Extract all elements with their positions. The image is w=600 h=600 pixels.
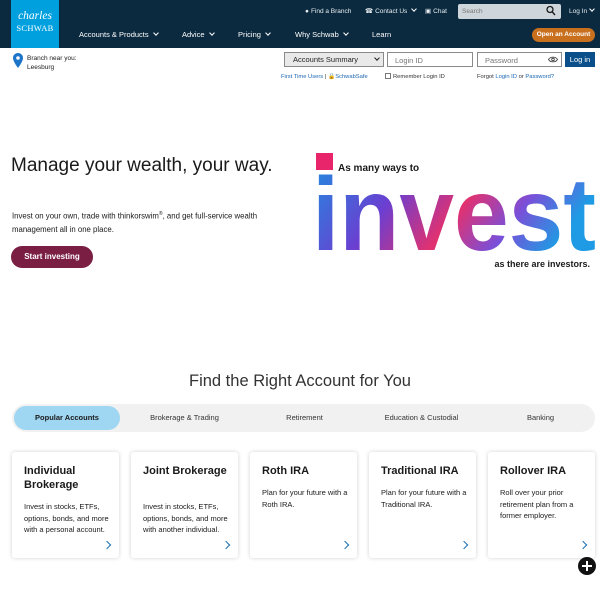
account-card-joint-brokerage[interactable]: Joint Brokerage Invest in stocks, ETFs, … [131, 452, 238, 558]
search-input[interactable] [462, 5, 542, 18]
schwab-logo[interactable]: charles SCHWAB [11, 0, 59, 48]
eye-icon[interactable] [548, 56, 558, 63]
chevron-down-icon [374, 55, 380, 61]
hero-description: Invest on your own, trade with thinkorsw… [12, 208, 297, 236]
nav-advice[interactable]: Advice [182, 28, 215, 42]
card-description: Invest in stocks, ETFs, options, bonds, … [24, 502, 109, 534]
chevron-down-icon [589, 6, 595, 12]
login-menu[interactable]: Log In [569, 5, 595, 19]
art-invest-word: invest [314, 157, 596, 272]
remember-checkbox[interactable] [385, 73, 391, 79]
schwabsafe-link[interactable]: SchwabSafe [335, 74, 368, 80]
accounts-select[interactable]: Accounts Summary [284, 52, 384, 67]
chevron-right-icon[interactable] [221, 540, 231, 550]
logo-line1: charles [18, 10, 52, 22]
phone-icon: ☎ [365, 8, 374, 15]
tab-banking[interactable]: Banking [488, 406, 593, 430]
card-title: Individual Brokerage [24, 465, 79, 491]
card-description: Plan for your future with a Roth IRA. [262, 488, 348, 509]
tab-retirement[interactable]: Retirement [252, 406, 357, 430]
hero-title: Manage your wealth, your way. [11, 155, 273, 176]
chevron-down-icon [152, 30, 159, 36]
account-card-traditional-ira[interactable]: Traditional IRA Plan for your future wit… [369, 452, 476, 558]
logo-line2: SCHWAB [16, 23, 54, 33]
chevron-down-icon [265, 30, 271, 36]
accounts-select-value: Accounts Summary [293, 55, 359, 64]
hero-text-part1: Invest on your own, trade with thinkorsw… [12, 211, 159, 221]
nav-label: Learn [372, 30, 392, 39]
chevron-down-icon [411, 6, 418, 12]
invest-hero-graphic: As many ways to invest as there are inve… [314, 153, 596, 272]
nav-label: Pricing [238, 30, 261, 39]
chevron-down-icon [342, 30, 349, 36]
account-card-individual-brokerage[interactable]: Individual Brokerage Invest in stocks, E… [12, 452, 119, 558]
forgot-login-id-link[interactable]: Login ID [495, 74, 517, 80]
chevron-right-icon[interactable] [340, 540, 350, 550]
branch-name: Leesburg [27, 64, 55, 71]
chat-icon: ▣ [425, 8, 432, 15]
card-title: Rollover IRA [500, 465, 567, 477]
or-label: or [518, 74, 524, 80]
login-submit-button[interactable]: Log in [565, 52, 595, 67]
login-id-field [387, 52, 473, 67]
nav-accounts-products[interactable]: Accounts & Products [79, 28, 159, 42]
first-time-users-row: First Time Users | 🔒SchwabSafe [281, 73, 368, 82]
forgot-password-link[interactable]: Password? [525, 74, 554, 80]
card-description: Roll over your prior retirement plan fro… [500, 488, 574, 520]
chat-label: Chat [433, 8, 447, 15]
card-title: Traditional IRA [381, 465, 459, 477]
account-card-roth-ira[interactable]: Roth IRA Plan for your future with a Rot… [250, 452, 357, 558]
global-header: charles SCHWAB ● Find a Branch ☎ Contact U… [0, 0, 600, 48]
contact-us-link[interactable]: ☎ Contact Us [365, 5, 418, 19]
card-description: Plan for your future with a Traditional … [381, 488, 467, 509]
nav-learn[interactable]: Learn [372, 28, 391, 42]
chat-link[interactable]: ▣ Chat [425, 5, 447, 19]
nav-pricing[interactable]: Pricing [238, 28, 271, 42]
card-title: Joint Brokerage [143, 465, 227, 477]
open-account-button[interactable]: Open an Account [532, 28, 595, 42]
plus-icon[interactable] [578, 557, 596, 575]
first-time-users-link[interactable]: First Time Users [281, 74, 323, 80]
contact-us-label: Contact Us [375, 8, 408, 15]
branch-near-you[interactable]: Branch near you: Leesburg [27, 54, 77, 72]
map-pin-icon [13, 53, 23, 68]
forgot-label: Forgot [477, 74, 494, 80]
tab-brokerage-trading[interactable]: Brokerage & Trading [132, 406, 237, 430]
tab-popular-accounts[interactable]: Popular Accounts [14, 406, 120, 430]
card-description: Invest in stocks, ETFs, options, bonds, … [143, 502, 228, 534]
login-menu-label: Log In [569, 8, 588, 15]
chevron-right-icon[interactable] [102, 540, 112, 550]
find-branch-link[interactable]: ● Find a Branch [305, 5, 351, 19]
chevron-down-icon [208, 30, 215, 36]
chevron-right-icon[interactable] [578, 540, 588, 550]
start-investing-button[interactable]: Start investing [11, 246, 93, 268]
password-input[interactable] [485, 54, 555, 66]
remember-label: Remember Login ID [393, 74, 445, 80]
branch-label: Branch near you: [27, 55, 77, 62]
account-tabs: Popular Accounts Brokerage & Trading Ret… [12, 404, 595, 432]
card-title: Roth IRA [262, 465, 310, 477]
nav-why-schwab[interactable]: Why Schwab [295, 28, 349, 42]
password-field [477, 52, 562, 67]
art-bottom-text: as there are investors. [494, 259, 590, 269]
accounts-section-title: Find the Right Account for You [189, 372, 411, 390]
nav-label: Why Schwab [295, 30, 339, 39]
login-id-input[interactable] [395, 54, 465, 66]
nav-label: Advice [182, 30, 205, 39]
forgot-row: Forgot Login ID or Password? [477, 73, 554, 82]
remember-login[interactable]: Remember Login ID [385, 73, 445, 82]
find-branch-label: Find a Branch [310, 8, 352, 15]
chevron-right-icon[interactable] [459, 540, 469, 550]
search-box [458, 4, 561, 19]
location-pin-icon: ● [305, 8, 309, 15]
search-icon[interactable] [546, 5, 556, 17]
separator: | [324, 74, 327, 80]
tab-education-custodial[interactable]: Education & Custodial [369, 406, 474, 430]
nav-label: Accounts & Products [79, 30, 149, 39]
account-card-rollover-ira[interactable]: Rollover IRA Roll over your prior retire… [488, 452, 595, 558]
